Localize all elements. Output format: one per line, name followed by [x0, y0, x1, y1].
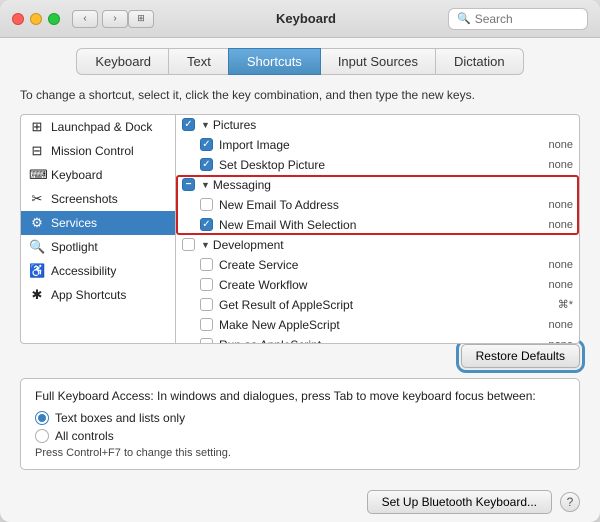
group-label: Pictures: [213, 118, 256, 132]
keyboard-access-title: Full Keyboard Access: In windows and dia…: [35, 389, 565, 403]
help-button[interactable]: ?: [560, 492, 580, 512]
shortcut-create-workflow[interactable]: Create Workflow none: [176, 275, 579, 295]
shortcut-import-image[interactable]: ✓ Import Image none: [176, 135, 579, 155]
pictures-checkbox[interactable]: ✓: [182, 118, 195, 131]
sidebar-item-label: Launchpad & Dock: [51, 120, 152, 134]
sidebar: ⊞ Launchpad & Dock ⊟ Mission Control ⌨ K…: [20, 114, 175, 344]
forward-button[interactable]: ›: [102, 10, 128, 28]
all-controls-label: All controls: [55, 429, 114, 443]
get-applescript-checkbox[interactable]: [200, 298, 213, 311]
shortcut-make-applescript[interactable]: Make New AppleScript none: [176, 315, 579, 335]
sidebar-item-services[interactable]: ⚙ Services: [21, 211, 175, 235]
keyboard-access-section: Full Keyboard Access: In windows and dia…: [20, 378, 580, 470]
grid-button[interactable]: ⊞: [128, 10, 154, 28]
tabs-bar: Keyboard Text Shortcuts Input Sources Di…: [0, 38, 600, 75]
tab-dictation[interactable]: Dictation: [435, 48, 524, 75]
sidebar-item-label: Mission Control: [51, 144, 134, 158]
email-selection-checkbox[interactable]: ✓: [200, 218, 213, 231]
window-title: Keyboard: [164, 11, 448, 26]
tab-text[interactable]: Text: [168, 48, 230, 75]
radio-text-boxes[interactable]: Text boxes and lists only: [35, 411, 565, 425]
titlebar: ‹ › ⊞ Keyboard 🔍: [0, 0, 600, 38]
text-boxes-label: Text boxes and lists only: [55, 411, 185, 425]
create-workflow-checkbox[interactable]: [200, 278, 213, 291]
keyboard-icon: ⌨: [29, 167, 45, 183]
accessibility-icon: ♿: [29, 263, 45, 279]
sidebar-item-mission-control[interactable]: ⊟ Mission Control: [21, 139, 175, 163]
services-icon: ⚙: [29, 215, 45, 231]
search-box[interactable]: 🔍: [448, 8, 588, 30]
close-button[interactable]: [12, 13, 24, 25]
sidebar-item-keyboard[interactable]: ⌨ Keyboard: [21, 163, 175, 187]
shortcut-run-applescript[interactable]: Run as AppleScript none: [176, 335, 579, 344]
new-email-checkbox[interactable]: [200, 198, 213, 211]
mission-control-icon: ⊟: [29, 143, 45, 159]
keyboard-preferences-window: ‹ › ⊞ Keyboard 🔍 Keyboard Text Shortcuts…: [0, 0, 600, 522]
sidebar-item-label: Services: [51, 216, 97, 230]
search-icon: 🔍: [457, 12, 471, 25]
tab-shortcuts[interactable]: Shortcuts: [228, 48, 321, 75]
keyboard-hint: Press Control+F7 to change this setting.: [35, 447, 565, 459]
group-label: Development: [213, 238, 284, 252]
sidebar-item-label: Spotlight: [51, 240, 98, 254]
sidebar-item-app-shortcuts[interactable]: ✱ App Shortcuts: [21, 283, 175, 307]
text-boxes-radio[interactable]: [35, 411, 49, 425]
messaging-checkbox[interactable]: −: [182, 178, 195, 191]
spotlight-icon: 🔍: [29, 239, 45, 255]
shortcut-new-email[interactable]: New Email To Address none: [176, 195, 579, 215]
sidebar-item-label: App Shortcuts: [51, 288, 126, 302]
make-applescript-checkbox[interactable]: [200, 318, 213, 331]
import-image-checkbox[interactable]: ✓: [200, 138, 213, 151]
shortcuts-panel: ✓ ▼ Pictures ✓ Import Image none ✓ Set D…: [175, 114, 580, 344]
tab-input-sources[interactable]: Input Sources: [319, 48, 437, 75]
restore-btn-row: Restore Defaults: [20, 344, 580, 368]
triangle-icon: ▼: [201, 180, 210, 190]
back-button[interactable]: ‹: [72, 10, 98, 28]
shortcut-email-selection[interactable]: ✓ New Email With Selection none: [176, 215, 579, 235]
sidebar-item-label: Accessibility: [51, 264, 116, 278]
group-pictures[interactable]: ✓ ▼ Pictures: [176, 115, 579, 135]
group-development[interactable]: ▼ Development: [176, 235, 579, 255]
set-desktop-checkbox[interactable]: ✓: [200, 158, 213, 171]
hint-text: To change a shortcut, select it, click t…: [20, 87, 580, 104]
all-controls-radio[interactable]: [35, 429, 49, 443]
radio-dot: [38, 414, 46, 422]
maximize-button[interactable]: [48, 13, 60, 25]
traffic-lights: [12, 13, 60, 25]
sidebar-item-screenshots[interactable]: ✂ Screenshots: [21, 187, 175, 211]
minimize-button[interactable]: [30, 13, 42, 25]
shortcut-get-applescript[interactable]: Get Result of AppleScript ⌘*: [176, 295, 579, 315]
tab-keyboard[interactable]: Keyboard: [76, 48, 170, 75]
group-messaging[interactable]: − ▼ Messaging: [176, 175, 579, 195]
nav-buttons: ‹ ›: [72, 10, 128, 28]
launchpad-icon: ⊞: [29, 119, 45, 135]
screenshots-icon: ✂: [29, 191, 45, 207]
run-applescript-checkbox[interactable]: [200, 338, 213, 344]
main-panel: ⊞ Launchpad & Dock ⊟ Mission Control ⌨ K…: [20, 114, 580, 344]
shortcut-set-desktop[interactable]: ✓ Set Desktop Picture none: [176, 155, 579, 175]
triangle-icon: ▼: [201, 120, 210, 130]
radio-all-controls[interactable]: All controls: [35, 429, 565, 443]
triangle-icon: ▼: [201, 240, 210, 250]
footer: Set Up Bluetooth Keyboard... ?: [0, 482, 600, 522]
group-label: Messaging: [213, 178, 271, 192]
sidebar-item-accessibility[interactable]: ♿ Accessibility: [21, 259, 175, 283]
sidebar-item-launchpad[interactable]: ⊞ Launchpad & Dock: [21, 115, 175, 139]
search-input[interactable]: [475, 12, 579, 26]
shortcut-create-service[interactable]: Create Service none: [176, 255, 579, 275]
sidebar-item-label: Screenshots: [51, 192, 118, 206]
create-service-checkbox[interactable]: [200, 258, 213, 271]
sidebar-item-spotlight[interactable]: 🔍 Spotlight: [21, 235, 175, 259]
development-checkbox[interactable]: [182, 238, 195, 251]
app-shortcuts-icon: ✱: [29, 287, 45, 303]
content-area: To change a shortcut, select it, click t…: [0, 75, 600, 482]
sidebar-item-label: Keyboard: [51, 168, 102, 182]
restore-defaults-button[interactable]: Restore Defaults: [461, 344, 580, 368]
bluetooth-keyboard-button[interactable]: Set Up Bluetooth Keyboard...: [367, 490, 552, 514]
